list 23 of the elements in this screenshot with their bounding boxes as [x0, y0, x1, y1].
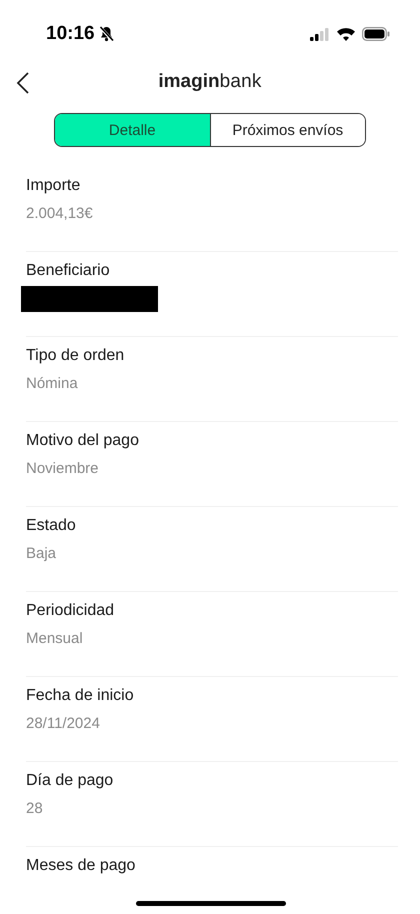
tab[interactable]: Próximos envíos [210, 114, 365, 146]
field-label: Día de pago [26, 771, 114, 791]
field-value: Noviembre [26, 459, 100, 479]
field-label: Beneficiario [26, 261, 111, 281]
app-logo: imaginbank [158, 71, 262, 93]
field-value: 28 [26, 799, 44, 819]
field-value: Baja [26, 544, 58, 564]
field-label: Motivo del pago [26, 431, 140, 451]
signal-icon [310, 28, 330, 40]
field-label: Fecha de inicio [26, 686, 135, 706]
tab[interactable]: Detalle [55, 114, 210, 146]
status-time: 10:16 [46, 23, 95, 45]
field-label: Meses de pago [26, 856, 136, 876]
wifi-icon [337, 28, 355, 40]
field-label: Importe [26, 176, 82, 196]
field-label: Periodicidad [26, 601, 116, 621]
field-value: 28/11/2024 [26, 714, 101, 734]
field-label: Tipo de orden [26, 346, 126, 366]
field-value: Nómina [26, 374, 79, 394]
field-value: 2.004,13€ [26, 204, 94, 224]
field-value: Mensual [26, 629, 84, 649]
field-label: Estado [26, 516, 77, 536]
battery-icon [362, 27, 390, 41]
